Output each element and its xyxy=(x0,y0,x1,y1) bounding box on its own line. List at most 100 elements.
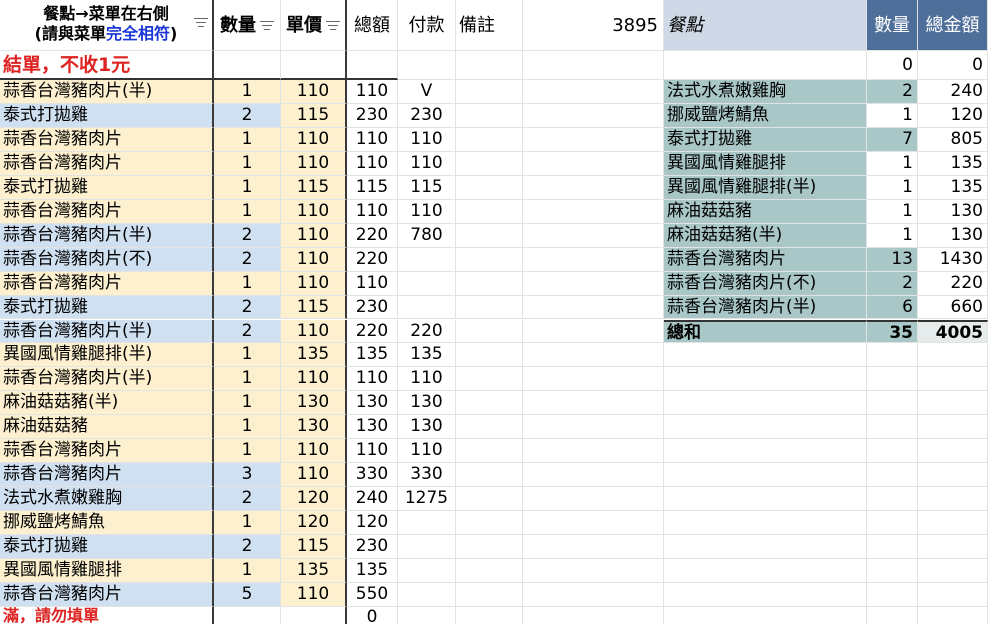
order-total[interactable]: 230 xyxy=(347,295,398,320)
order-extra[interactable] xyxy=(523,199,664,224)
footer-partial-text[interactable]: 滿，請勿填單 xyxy=(0,607,214,624)
cell[interactable] xyxy=(867,463,918,488)
order-dish[interactable]: 蒜香台灣豬肉片(半) xyxy=(0,80,214,104)
cell[interactable] xyxy=(664,487,867,512)
order-dish[interactable]: 蒜香台灣豬肉片 xyxy=(0,463,214,488)
order-price[interactable]: 115 xyxy=(281,175,347,200)
cell[interactable] xyxy=(664,559,867,583)
order-price[interactable]: 135 xyxy=(281,343,347,368)
cell[interactable] xyxy=(867,391,918,416)
cell[interactable] xyxy=(918,343,988,368)
order-dish[interactable]: 泰式打拋雞 xyxy=(0,175,214,200)
order-note[interactable] xyxy=(456,199,523,224)
cell[interactable] xyxy=(867,535,918,559)
cell[interactable] xyxy=(918,463,988,488)
order-dish[interactable]: 麻油菇菇豬 xyxy=(0,415,214,440)
order-paid[interactable]: 330 xyxy=(398,463,456,488)
order-total[interactable]: 135 xyxy=(347,343,398,368)
order-note[interactable] xyxy=(456,487,523,512)
cell[interactable] xyxy=(664,582,867,607)
order-total[interactable]: 230 xyxy=(347,535,398,559)
cell[interactable] xyxy=(867,607,918,624)
cell[interactable] xyxy=(664,343,867,368)
order-total[interactable]: 220 xyxy=(347,223,398,248)
menu-qty[interactable]: 1 xyxy=(867,103,918,128)
cell[interactable] xyxy=(867,511,918,536)
order-qty[interactable]: 2 xyxy=(214,103,281,128)
menu-dish[interactable]: 法式水煮嫩雞胸 xyxy=(664,80,867,104)
header-price-cell[interactable]: 單價 xyxy=(281,0,347,51)
order-qty[interactable]: 1 xyxy=(214,439,281,464)
order-price[interactable]: 110 xyxy=(281,439,347,464)
cell[interactable] xyxy=(867,367,918,392)
cell[interactable] xyxy=(664,511,867,536)
order-extra[interactable] xyxy=(523,319,664,344)
cell[interactable] xyxy=(281,51,347,80)
cell[interactable] xyxy=(456,607,523,624)
header-sum-cell[interactable]: 3895 xyxy=(523,0,664,51)
menu-dish[interactable]: 蒜香台灣豬肉片(不) xyxy=(664,271,867,296)
cell[interactable] xyxy=(523,51,664,80)
order-qty[interactable]: 1 xyxy=(214,343,281,368)
order-dish[interactable]: 泰式打拋雞 xyxy=(0,535,214,559)
cell[interactable] xyxy=(214,607,281,624)
order-total[interactable]: 120 xyxy=(347,511,398,536)
cell[interactable] xyxy=(867,582,918,607)
cell[interactable] xyxy=(918,535,988,559)
order-note[interactable] xyxy=(456,175,523,200)
order-qty[interactable]: 3 xyxy=(214,463,281,488)
order-dish[interactable]: 挪威鹽烤鯖魚 xyxy=(0,511,214,536)
menu-total[interactable]: 120 xyxy=(918,103,988,128)
order-paid[interactable]: 230 xyxy=(398,103,456,128)
order-price[interactable]: 115 xyxy=(281,295,347,320)
menu-total-label[interactable]: 總和 xyxy=(664,319,867,344)
order-extra[interactable] xyxy=(523,223,664,248)
order-price[interactable]: 110 xyxy=(281,127,347,152)
cell[interactable] xyxy=(523,607,664,624)
order-qty[interactable]: 1 xyxy=(214,415,281,440)
order-qty[interactable]: 1 xyxy=(214,559,281,583)
notice-text[interactable]: 結單，不收1元 xyxy=(0,51,214,80)
order-total[interactable]: 130 xyxy=(347,391,398,416)
cell[interactable] xyxy=(664,391,867,416)
order-qty[interactable]: 1 xyxy=(214,80,281,104)
order-qty[interactable]: 1 xyxy=(214,175,281,200)
order-price[interactable]: 110 xyxy=(281,223,347,248)
order-total[interactable]: 115 xyxy=(347,175,398,200)
order-paid[interactable]: 110 xyxy=(398,367,456,392)
order-dish[interactable]: 法式水煮嫩雞胸 xyxy=(0,487,214,512)
order-qty[interactable]: 1 xyxy=(214,367,281,392)
order-qty[interactable]: 1 xyxy=(214,391,281,416)
filter-icon[interactable] xyxy=(194,18,208,28)
order-price[interactable]: 135 xyxy=(281,559,347,583)
menu-total[interactable]: 1430 xyxy=(918,247,988,272)
order-price[interactable]: 120 xyxy=(281,487,347,512)
menu-dish[interactable]: 挪威鹽烤鯖魚 xyxy=(664,103,867,128)
order-dish[interactable]: 泰式打拋雞 xyxy=(0,103,214,128)
order-price[interactable]: 110 xyxy=(281,271,347,296)
order-total[interactable]: 330 xyxy=(347,463,398,488)
menu-qty[interactable]: 2 xyxy=(867,80,918,104)
order-price[interactable]: 130 xyxy=(281,415,347,440)
menu-empty-qty[interactable]: 0 xyxy=(867,51,918,80)
order-total[interactable]: 110 xyxy=(347,367,398,392)
order-extra[interactable] xyxy=(523,463,664,488)
order-note[interactable] xyxy=(456,247,523,272)
order-paid[interactable]: 220 xyxy=(398,319,456,344)
order-qty[interactable]: 1 xyxy=(214,511,281,536)
menu-total[interactable]: 660 xyxy=(918,295,988,320)
order-total[interactable]: 220 xyxy=(347,319,398,344)
order-note[interactable] xyxy=(456,127,523,152)
menu-total[interactable]: 805 xyxy=(918,127,988,152)
cell[interactable] xyxy=(918,415,988,440)
order-qty[interactable]: 2 xyxy=(214,247,281,272)
order-total[interactable]: 110 xyxy=(347,199,398,224)
order-paid[interactable] xyxy=(398,559,456,583)
cell[interactable] xyxy=(664,415,867,440)
order-note[interactable] xyxy=(456,343,523,368)
order-paid[interactable]: 110 xyxy=(398,199,456,224)
cell[interactable] xyxy=(918,559,988,583)
order-total[interactable]: 110 xyxy=(347,439,398,464)
cell[interactable] xyxy=(867,415,918,440)
order-note[interactable] xyxy=(456,271,523,296)
